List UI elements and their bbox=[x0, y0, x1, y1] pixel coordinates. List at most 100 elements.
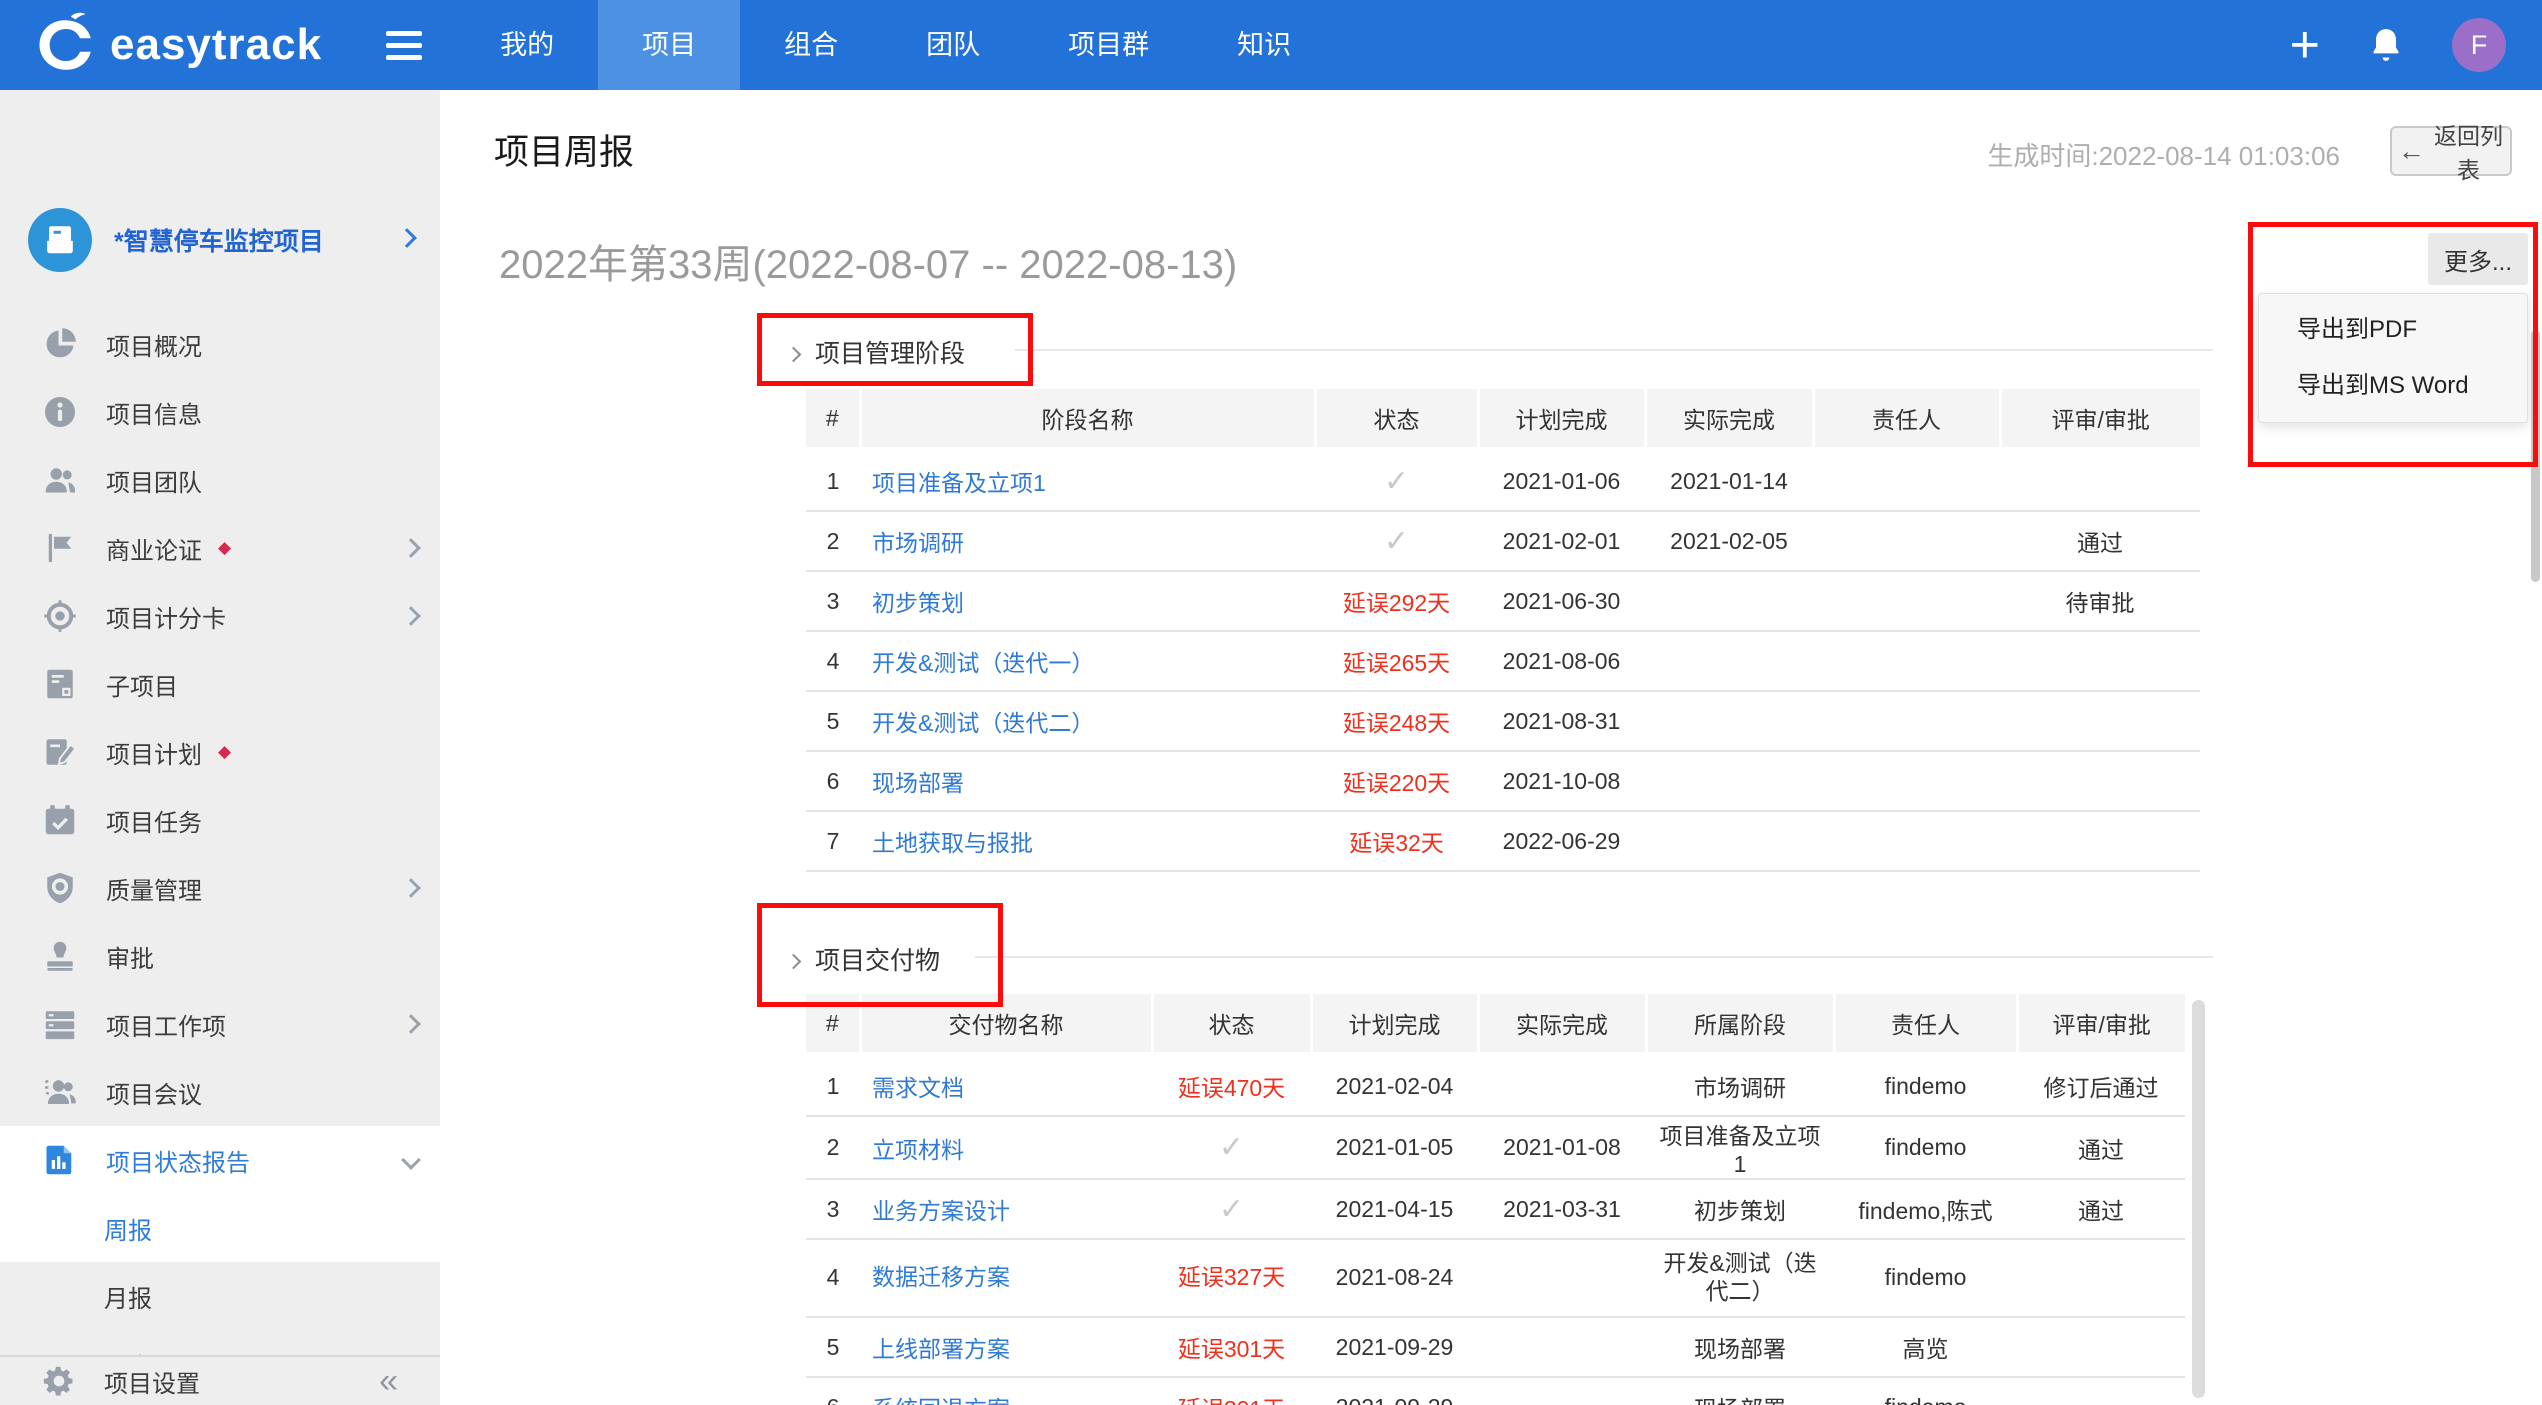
deliverables-section-title[interactable]: 项目交付物 bbox=[788, 941, 940, 977]
table-scrollbar[interactable] bbox=[2192, 1000, 2205, 1398]
plan-cell: 2021-01-06 bbox=[1478, 450, 1645, 512]
plan-cell: 2021-08-31 bbox=[1478, 691, 1645, 751]
item-name-cell: 开发&测试（迭代二） bbox=[860, 691, 1315, 751]
create-plus-icon[interactable]: + bbox=[2290, 19, 2320, 71]
sidebar-item-月报[interactable]: 月报 bbox=[0, 1262, 440, 1330]
sidebar-item-项目团队[interactable]: 项目团队 bbox=[0, 446, 440, 514]
easytrack-logo[interactable]: easytrack bbox=[30, 10, 322, 80]
column-header: 实际完成 bbox=[1645, 389, 1813, 450]
back-to-list-button[interactable]: ← 返回列表 bbox=[2390, 126, 2512, 176]
plan-cell: 2021-04-15 bbox=[1311, 1179, 1478, 1239]
sidebar-item-子项目[interactable]: 子项目 bbox=[0, 650, 440, 718]
delay-status: 延误220天 bbox=[1343, 770, 1450, 796]
nav-tab-我的[interactable]: 我的 bbox=[456, 0, 598, 90]
sidebar-item-项目信息[interactable]: 项目信息 bbox=[0, 378, 440, 446]
flag-icon bbox=[42, 530, 78, 566]
user-avatar[interactable]: F bbox=[2452, 18, 2506, 72]
sidebar-item-商业论证[interactable]: 商业论证◆ bbox=[0, 514, 440, 582]
chevron-right-icon bbox=[404, 1010, 418, 1038]
nav-tab-组合[interactable]: 组合 bbox=[740, 0, 882, 90]
column-header: # bbox=[806, 994, 860, 1055]
table-row: 3业务方案设计✓2021-04-152021-03-31初步策划findemo,… bbox=[806, 1179, 2185, 1239]
item-link[interactable]: 需求文档 bbox=[872, 1075, 964, 1101]
review-cell bbox=[2000, 450, 2200, 512]
owner-cell bbox=[1813, 811, 2000, 871]
stages-section-title[interactable]: 项目管理阶段 bbox=[788, 334, 965, 370]
delay-status: 延误292天 bbox=[1343, 590, 1450, 616]
menu-item-导出到PDF[interactable]: 导出到PDF bbox=[2259, 302, 2527, 358]
column-header: 计划完成 bbox=[1478, 389, 1645, 450]
nav-tab-知识[interactable]: 知识 bbox=[1193, 0, 1335, 90]
item-link[interactable]: 立项材料 bbox=[872, 1137, 964, 1163]
status-cell: ✓ bbox=[1152, 1116, 1311, 1179]
sidebar-item-项目任务[interactable]: 项目任务 bbox=[0, 786, 440, 854]
chevron-right-icon bbox=[404, 602, 418, 630]
sidebar-item-label: 项目状态报告 bbox=[106, 1143, 250, 1178]
sidebar-menu: 项目概况项目信息项目团队商业论证◆ 项目计分卡子项目项目计划◆项目任务质量管理审批… bbox=[0, 310, 440, 1405]
back-arrow-icon: ← bbox=[2398, 138, 2425, 165]
item-link[interactable]: 项目准备及立项1 bbox=[872, 470, 1046, 496]
menu-toggle-icon[interactable] bbox=[380, 25, 428, 66]
sidebar-item-周报[interactable]: 周报 bbox=[0, 1194, 440, 1262]
item-link[interactable]: 业务方案设计 bbox=[872, 1198, 1010, 1224]
sidebar-item-label: 项目团队 bbox=[106, 463, 202, 498]
table-row: 6系统回退方案延误301天2021-09-29现场部署findemo bbox=[806, 1377, 2185, 1405]
section-divider bbox=[1015, 349, 2213, 351]
actual-cell bbox=[1645, 631, 1813, 691]
more-menu-dropdown: 导出到PDF导出到MS Word bbox=[2258, 293, 2528, 423]
sidebar-item-项目设置[interactable]: 项目设置 « bbox=[0, 1355, 440, 1405]
item-link[interactable]: 开发&测试（迭代二） bbox=[872, 710, 1094, 736]
status-cell: ✓ bbox=[1315, 450, 1478, 512]
sidebar-item-质量管理[interactable]: 质量管理 bbox=[0, 854, 440, 922]
sidebar-item-label: 项目计分卡 bbox=[106, 599, 226, 634]
item-link[interactable]: 土地获取与报批 bbox=[872, 830, 1033, 856]
nav-tab-项目群[interactable]: 项目群 bbox=[1024, 0, 1193, 90]
item-link[interactable]: 系统回退方案 bbox=[872, 1396, 1010, 1405]
row-index: 6 bbox=[806, 751, 860, 811]
shield-icon bbox=[42, 870, 78, 906]
sidebar-item-项目状态报告[interactable]: 项目状态报告 bbox=[0, 1126, 440, 1194]
item-link[interactable]: 现场部署 bbox=[872, 770, 964, 796]
menu-item-导出到MS Word[interactable]: 导出到MS Word bbox=[2259, 358, 2527, 414]
nav-tab-团队[interactable]: 团队 bbox=[882, 0, 1024, 90]
sidebar-item-审批[interactable]: 审批 bbox=[0, 922, 440, 990]
actual-cell bbox=[1645, 751, 1813, 811]
column-header: 状态 bbox=[1152, 994, 1311, 1055]
chevron-right-icon bbox=[788, 338, 799, 367]
actual-cell bbox=[1478, 1239, 1646, 1317]
row-index: 4 bbox=[806, 631, 860, 691]
status-cell: ✓ bbox=[1152, 1179, 1311, 1239]
status-cell: 延误248天 bbox=[1315, 691, 1478, 751]
owner-cell bbox=[1813, 631, 2000, 691]
done-check-icon: ✓ bbox=[1384, 465, 1409, 498]
sidebar-item-label: 项目计划 bbox=[106, 735, 202, 770]
delay-status: 延误301天 bbox=[1178, 1336, 1285, 1362]
project-switcher[interactable]: *智慧停车监控项目 bbox=[28, 208, 426, 272]
review-cell bbox=[2000, 631, 2200, 691]
sidebar-item-label: 项目概况 bbox=[106, 327, 202, 362]
plan-cell: 2021-10-08 bbox=[1478, 751, 1645, 811]
sidebar-item-项目会议[interactable]: 项目会议 bbox=[0, 1058, 440, 1126]
sidebar-item-项目概况[interactable]: 项目概况 bbox=[0, 310, 440, 378]
row-index: 3 bbox=[806, 1179, 860, 1239]
item-link[interactable]: 开发&测试（迭代一） bbox=[872, 650, 1094, 676]
item-link[interactable]: 上线部署方案 bbox=[872, 1336, 1010, 1362]
item-link[interactable]: 初步策划 bbox=[872, 590, 964, 616]
collapse-sidebar-icon[interactable]: « bbox=[379, 1364, 398, 1398]
owner-cell: findemo bbox=[1834, 1116, 2017, 1179]
table-row: 1需求文档延误470天2021-02-04市场调研findemo修订后通过 bbox=[806, 1055, 2185, 1117]
item-link[interactable]: 数据迁移方案 bbox=[872, 1264, 1010, 1290]
sidebar-item-label: 子项目 bbox=[106, 667, 178, 702]
sidebar-item-项目计划[interactable]: 项目计划◆ bbox=[0, 718, 440, 786]
review-cell bbox=[2017, 1377, 2185, 1405]
window-scrollbar[interactable] bbox=[2531, 330, 2540, 582]
chevron-right-icon bbox=[788, 945, 799, 974]
sidebar-item-label: 质量管理 bbox=[106, 871, 202, 906]
stage-cell: 现场部署 bbox=[1646, 1377, 1834, 1405]
item-link[interactable]: 市场调研 bbox=[872, 530, 964, 556]
sidebar-item-项目工作项[interactable]: 项目工作项 bbox=[0, 990, 440, 1058]
sidebar-item-项目计分卡[interactable]: 项目计分卡 bbox=[0, 582, 440, 650]
nav-tab-项目[interactable]: 项目 bbox=[598, 0, 740, 90]
notifications-bell-icon[interactable] bbox=[2366, 23, 2406, 67]
more-button[interactable]: 更多... bbox=[2428, 233, 2528, 285]
